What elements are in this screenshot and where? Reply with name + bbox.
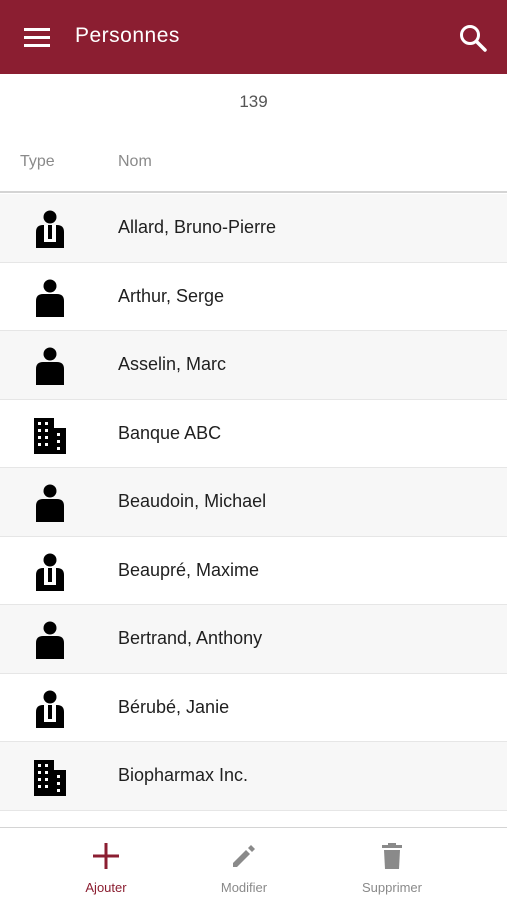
list-item[interactable]: Bertrand, Anthony <box>0 605 507 674</box>
list-item-name: Arthur, Serge <box>118 285 225 306</box>
list-item[interactable]: Banque ABC <box>0 399 507 468</box>
person-icon <box>30 621 70 659</box>
list-item-name: Banque ABC <box>118 422 222 443</box>
trash-icon <box>376 840 408 872</box>
list-item[interactable]: Allard, Bruno-Pierre <box>0 194 507 263</box>
list-item[interactable]: Arthur, Serge <box>0 262 507 331</box>
delete-button-label: Supprimer <box>362 880 422 895</box>
person-icon <box>30 347 70 385</box>
list-item[interactable] <box>0 810 507 827</box>
person-tie-icon <box>30 690 70 728</box>
column-header: Type Nom <box>0 140 507 193</box>
list-item[interactable]: Bérubé, Janie <box>0 673 507 742</box>
person-icon <box>30 484 70 522</box>
person-tie-icon <box>30 210 70 248</box>
list-item-name: Bertrand, Anthony <box>118 628 263 648</box>
column-type-label[interactable]: Type <box>20 153 55 171</box>
list-item[interactable]: Beaudoin, Michael <box>0 468 507 537</box>
add-button[interactable]: Ajouter <box>41 828 171 900</box>
list-item-name: Asselin, Marc <box>118 354 227 374</box>
record-count: 139 <box>239 92 268 111</box>
list-item-name: Biopharmax Inc. <box>118 765 249 785</box>
add-button-label: Ajouter <box>85 880 127 895</box>
person-icon <box>30 279 70 317</box>
list-item-name: Beaudoin, Michael <box>118 491 267 511</box>
edit-button[interactable]: Modifier <box>179 828 309 900</box>
column-name-label[interactable]: Nom <box>118 153 152 171</box>
edit-button-label: Modifier <box>220 880 268 895</box>
delete-button[interactable]: Supprimer <box>327 828 457 900</box>
list-item[interactable]: Beaupré, Maxime <box>0 536 507 605</box>
person-tie-icon <box>30 553 70 591</box>
list-item-name: Allard, Bruno-Pierre <box>118 217 277 237</box>
building-icon <box>30 416 70 454</box>
contact-list: Allard, Bruno-Pierre Arthur, Serge Assel… <box>0 194 507 827</box>
list-item-name: Beaupré, Maxime <box>118 559 260 580</box>
plus-icon <box>90 840 122 872</box>
bottom-toolbar: Ajouter Modifier Supprimer <box>0 827 507 900</box>
list-item[interactable]: Asselin, Marc <box>0 331 507 400</box>
list-item[interactable]: Biopharmax Inc. <box>0 742 507 811</box>
menu-icon[interactable] <box>18 20 58 56</box>
list-item-name: Bérubé, Janie <box>118 696 230 717</box>
app-bar: Personnes <box>0 0 507 74</box>
page-title: Personnes <box>75 24 180 47</box>
search-icon[interactable] <box>455 20 491 56</box>
pencil-icon <box>228 840 260 872</box>
building-icon <box>30 758 70 796</box>
